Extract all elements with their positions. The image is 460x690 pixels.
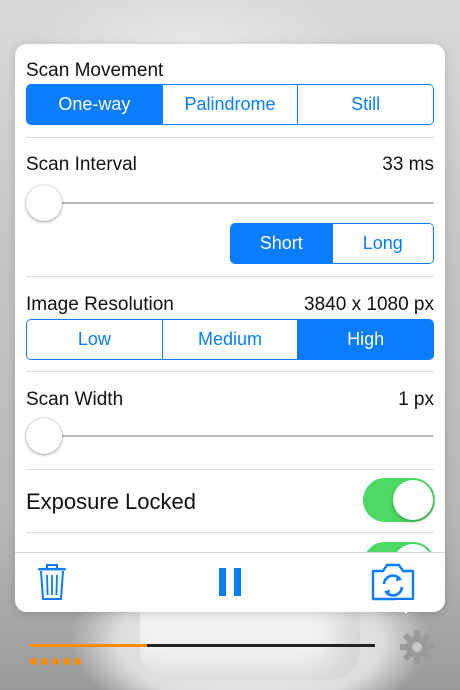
scan-width-slider[interactable] <box>26 418 434 454</box>
image-resolution-option[interactable]: High <box>297 320 433 359</box>
image-resolution-label: Image Resolution <box>26 294 174 315</box>
progress-dot <box>74 658 81 665</box>
bottom-bar <box>0 612 460 690</box>
scan-progress-fill <box>30 644 148 647</box>
scan-progress-bar <box>30 644 375 647</box>
slider-thumb[interactable] <box>26 418 62 454</box>
scan-interval-slider[interactable] <box>26 185 434 221</box>
hidden-row-toggle[interactable] <box>363 542 435 552</box>
scan-interval-value: 33 ms <box>382 154 434 175</box>
settings-scroll[interactable]: Scan Movement One-way Palindrome Still S… <box>15 44 445 552</box>
image-resolution-value: 3840 x 1080 px <box>304 294 434 315</box>
scan-interval-range-segmented: Short Long <box>230 223 434 264</box>
slider-track <box>26 435 434 437</box>
toggle-knob <box>393 480 433 520</box>
progress-dot <box>30 658 37 665</box>
image-resolution-option[interactable]: Low <box>27 320 162 359</box>
toggle-knob <box>393 544 433 552</box>
scan-width-value: 1 px <box>398 389 434 410</box>
image-resolution-option[interactable]: Medium <box>161 320 298 359</box>
gear-icon[interactable] <box>398 628 436 671</box>
scan-movement-label: Scan Movement <box>26 60 164 81</box>
scan-movement-option[interactable]: One-way <box>27 85 162 124</box>
trash-icon[interactable] <box>35 563 69 606</box>
scan-interval-range-option[interactable]: Short <box>231 224 332 263</box>
progress-dots <box>30 658 81 665</box>
progress-dot <box>52 658 59 665</box>
settings-panel: Scan Movement One-way Palindrome Still S… <box>15 44 445 612</box>
progress-dot <box>63 658 70 665</box>
scan-movement-segmented: One-way Palindrome Still <box>26 84 434 125</box>
divider <box>26 276 434 277</box>
scan-interval-label: Scan Interval <box>26 154 137 175</box>
scan-interval-range-option[interactable]: Long <box>331 224 433 263</box>
slider-track <box>26 202 434 204</box>
divider <box>26 532 434 533</box>
progress-dot <box>41 658 48 665</box>
scan-width-label: Scan Width <box>26 389 124 410</box>
bottom-toolbar <box>15 552 445 612</box>
divider <box>26 137 434 138</box>
slider-thumb[interactable] <box>26 185 62 221</box>
scan-movement-option[interactable]: Palindrome <box>161 85 298 124</box>
divider <box>26 371 434 372</box>
exposure-locked-toggle[interactable] <box>363 478 435 522</box>
exposure-locked-label: Exposure Locked <box>26 489 196 514</box>
pause-icon[interactable] <box>217 567 243 602</box>
image-resolution-segmented: Low Medium High <box>26 319 434 360</box>
divider <box>26 469 434 470</box>
scan-movement-option[interactable]: Still <box>297 85 433 124</box>
